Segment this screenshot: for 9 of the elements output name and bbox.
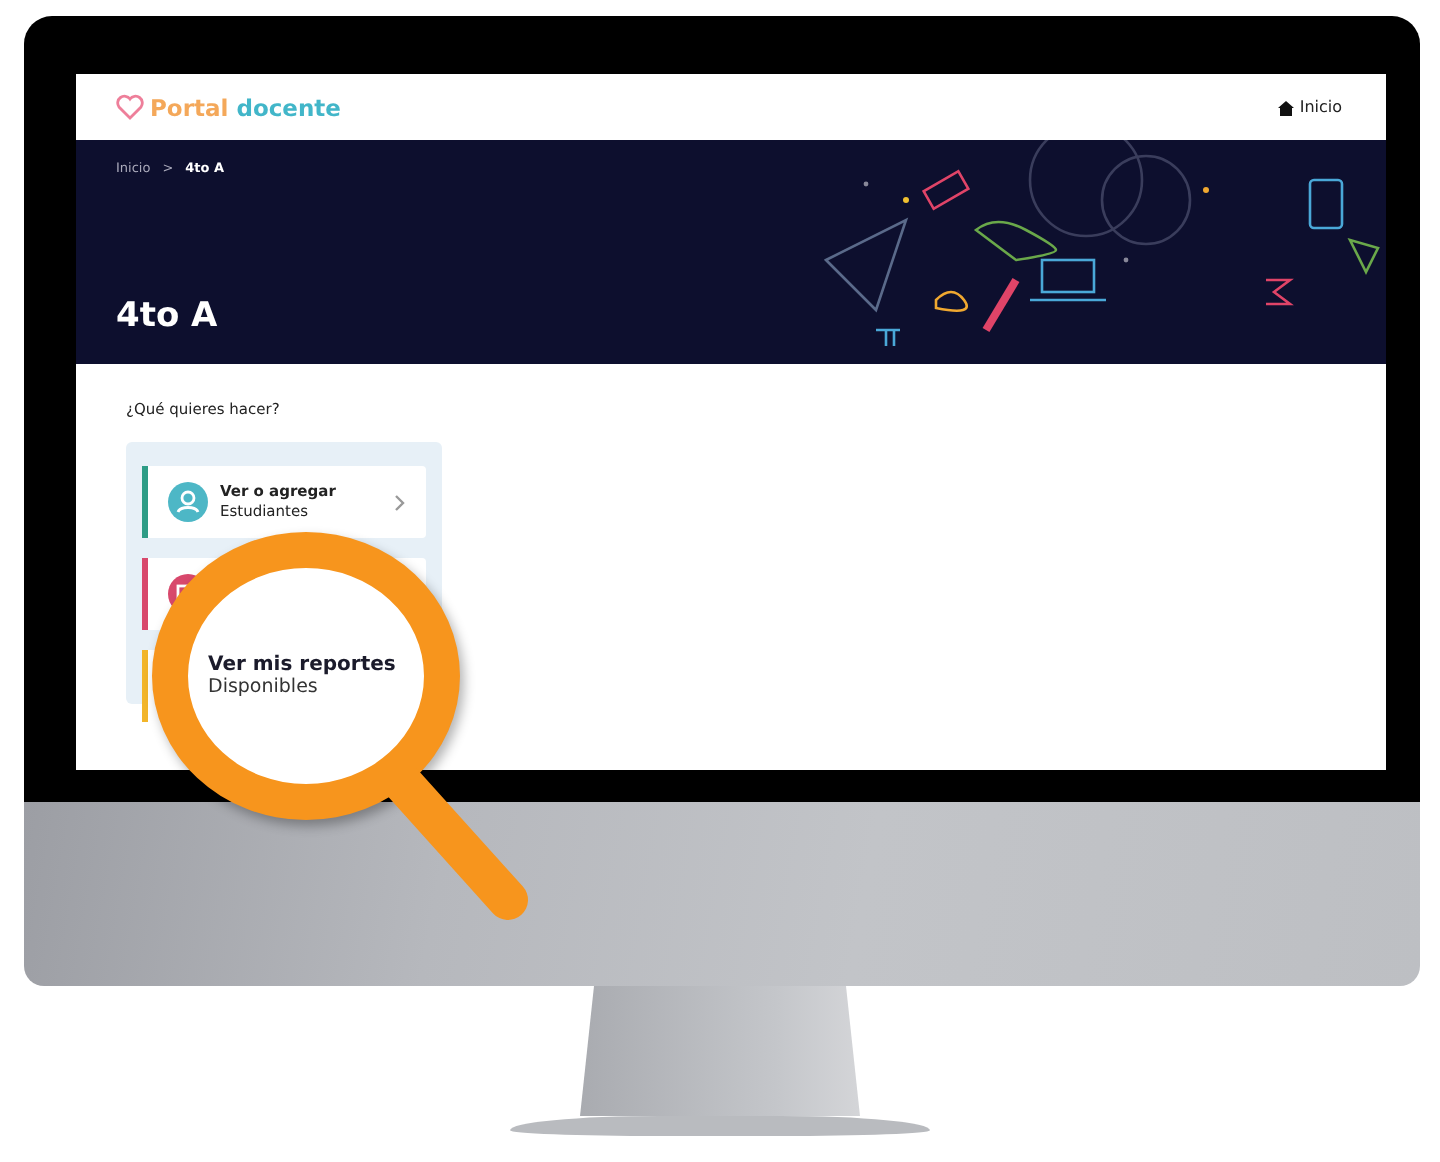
home-icon <box>1277 99 1294 115</box>
magnified-card-title: Ver mis reportes <box>208 654 398 676</box>
home-link[interactable]: Inicio <box>1277 98 1342 116</box>
heart-logo-icon <box>116 94 144 120</box>
logo-text: Portal docente <box>150 93 341 121</box>
person-icon <box>168 482 208 522</box>
magnified-card-subtitle: Disponibles <box>208 676 320 698</box>
chevron-icon <box>394 493 406 511</box>
class-title: 4to A <box>116 296 220 336</box>
